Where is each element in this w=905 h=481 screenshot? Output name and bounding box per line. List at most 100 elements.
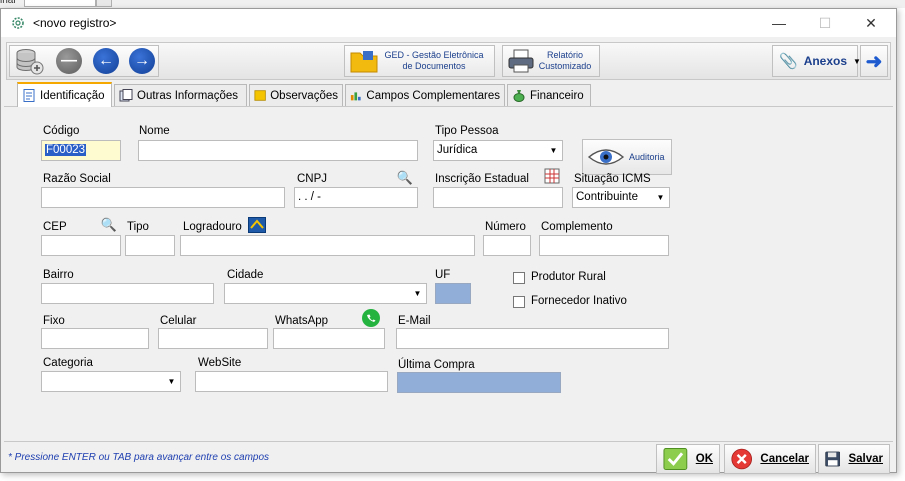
- background-label: inal: [0, 0, 16, 6]
- calculator-icon[interactable]: [542, 166, 562, 186]
- relatorio-label: Relatório Customizado: [538, 50, 592, 71]
- razao-social-field[interactable]: [41, 187, 285, 208]
- cancel-icon: [731, 448, 752, 470]
- delete-record-button[interactable]: —: [52, 46, 86, 76]
- auditoria-button[interactable]: Auditoria: [582, 139, 672, 175]
- app-gear-icon: [12, 17, 24, 29]
- auditoria-label: Auditoria: [629, 152, 665, 162]
- produtor-rural-checkbox[interactable]: [513, 272, 525, 284]
- money-bag-icon: [513, 90, 525, 102]
- inscricao-estadual-label: Inscrição Estadual: [435, 173, 529, 185]
- tipo-pessoa-label: Tipo Pessoa: [435, 125, 499, 137]
- eye-icon: [587, 149, 625, 165]
- correios-icon[interactable]: [247, 215, 267, 235]
- whatsapp-icon[interactable]: [361, 308, 381, 328]
- minimize-button[interactable]: —: [756, 9, 802, 37]
- expand-button[interactable]: ➜: [860, 45, 888, 77]
- ged-button[interactable]: GED - Gestão Eletrônica de Documentos: [344, 45, 495, 77]
- uf-field[interactable]: [435, 283, 471, 304]
- cidade-select[interactable]: ▼: [224, 283, 427, 304]
- logradouro-label: Logradouro: [183, 221, 242, 233]
- title-bar: <novo registro> — ☐ ✕: [1, 9, 896, 37]
- celular-field[interactable]: [158, 328, 268, 349]
- anexos-button[interactable]: 📎 Anexos ▼: [772, 45, 861, 77]
- ultima-compra-field[interactable]: [397, 372, 561, 393]
- tab-label: Identificação: [40, 89, 105, 102]
- inscricao-estadual-field[interactable]: [433, 187, 563, 208]
- website-field[interactable]: [195, 371, 388, 392]
- arrow-right-icon: ➜: [865, 50, 883, 73]
- nome-field[interactable]: [138, 140, 418, 161]
- background-input: [24, 0, 96, 7]
- arrow-right-icon: →: [129, 48, 155, 74]
- categoria-select[interactable]: ▼: [41, 371, 181, 392]
- numero-label: Número: [485, 221, 526, 233]
- logradouro-field[interactable]: [180, 235, 475, 256]
- codigo-field[interactable]: F00023: [41, 140, 121, 161]
- tab-label: Observações: [270, 89, 338, 102]
- chart-icon: [350, 92, 361, 101]
- paperclip-icon: 📎: [779, 53, 798, 70]
- chevron-down-icon: ▼: [413, 289, 422, 298]
- email-field[interactable]: [396, 328, 669, 349]
- relatorio-customizado-button[interactable]: Relatório Customizado: [502, 45, 600, 77]
- website-label: WebSite: [198, 357, 242, 369]
- tipo-label: Tipo: [127, 221, 149, 233]
- cidade-label: Cidade: [227, 269, 264, 281]
- situacao-icms-label: Situação ICMS: [574, 173, 651, 185]
- razao-social-label: Razão Social: [43, 173, 111, 185]
- close-button[interactable]: ✕: [848, 9, 894, 37]
- tab-outras-informacoes[interactable]: Outras Informações: [114, 84, 247, 106]
- produtor-rural-label: Produtor Rural: [531, 271, 606, 283]
- tab-label: Campos Complementares: [366, 89, 500, 102]
- cancel-button[interactable]: Cancelar: [724, 444, 816, 474]
- tab-campos-complementares[interactable]: Campos Complementares: [345, 84, 505, 106]
- fornecedor-inativo-checkbox[interactable]: [513, 296, 525, 308]
- dialog-window: <novo registro> — ☐ ✕ — ← → GED - Gestão…: [0, 8, 897, 474]
- cnpj-field[interactable]: . . / -: [294, 187, 418, 208]
- complemento-field[interactable]: [539, 235, 669, 256]
- fornecedor-inativo-label: Fornecedor Inativo: [531, 295, 627, 307]
- fixo-field[interactable]: [41, 328, 149, 349]
- ged-label: GED - Gestão Eletrônica de Documentos: [384, 50, 484, 71]
- window-title: <novo registro>: [33, 16, 117, 30]
- situacao-icms-select[interactable]: Contribuinte ▼: [572, 187, 670, 208]
- cep-label: CEP: [43, 221, 67, 233]
- numero-field[interactable]: [483, 235, 531, 256]
- record-navigation-group: — ← →: [9, 45, 159, 77]
- tab-financeiro[interactable]: Financeiro: [507, 84, 591, 106]
- ok-button[interactable]: OK: [656, 444, 720, 474]
- arrow-left-icon: ←: [93, 48, 119, 74]
- search-document-icon[interactable]: 🔍: [395, 168, 415, 188]
- floppy-disk-icon: [825, 451, 841, 467]
- tab-label: Outras Informações: [137, 89, 238, 102]
- tipo-field[interactable]: [125, 235, 175, 256]
- whatsapp-field[interactable]: [273, 328, 385, 349]
- search-cep-icon[interactable]: 🔍: [99, 215, 119, 235]
- toolbar: — ← → GED - Gestão Eletrônica de Documen…: [6, 42, 891, 80]
- ok-label: OK: [695, 453, 713, 465]
- note-icon: [254, 90, 266, 101]
- tipo-pessoa-select[interactable]: Jurídica ▼: [433, 140, 563, 161]
- bairro-field[interactable]: [41, 283, 214, 304]
- maximize-button[interactable]: ☐: [802, 9, 848, 37]
- cep-field[interactable]: [41, 235, 121, 256]
- minus-icon: —: [56, 48, 82, 74]
- next-record-button[interactable]: →: [125, 46, 159, 76]
- previous-record-button[interactable]: ←: [89, 46, 123, 76]
- cancel-label: Cancelar: [760, 453, 809, 465]
- chevron-down-icon: ▼: [549, 146, 558, 155]
- save-button[interactable]: Salvar: [818, 444, 890, 474]
- navigation-hint: * Pressione ENTER ou TAB para avançar en…: [8, 452, 270, 463]
- categoria-label: Categoria: [43, 357, 93, 369]
- cnpj-label: CNPJ: [297, 173, 328, 185]
- tab-observacoes[interactable]: Observações: [249, 84, 343, 106]
- tab-identificacao[interactable]: Identificação: [17, 82, 112, 107]
- fixo-label: Fixo: [43, 315, 65, 327]
- bairro-label: Bairro: [43, 269, 74, 281]
- celular-label: Celular: [160, 315, 197, 327]
- new-record-button[interactable]: [12, 46, 46, 76]
- chevron-down-icon: ▼: [656, 193, 665, 202]
- email-label: E-Mail: [398, 315, 431, 327]
- checkmark-icon: [663, 448, 688, 470]
